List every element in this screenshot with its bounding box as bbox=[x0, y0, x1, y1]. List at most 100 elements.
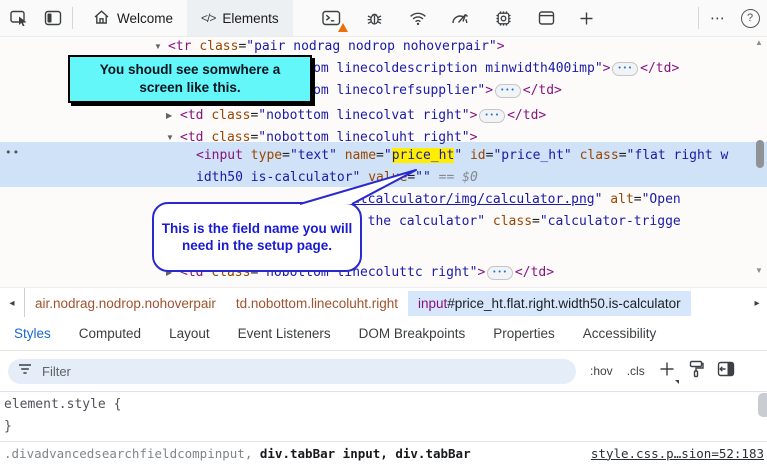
code-token: > bbox=[470, 130, 478, 145]
code-token: "nobottom linecoluht right" bbox=[258, 130, 469, 145]
code-token: "pair nodrag nodrop nohoverpair" bbox=[246, 39, 496, 54]
console-button[interactable] bbox=[319, 5, 345, 31]
plus-icon bbox=[579, 11, 594, 26]
panel-tab-dom-breakpoints[interactable]: DOM Breakpoints bbox=[359, 326, 466, 341]
code-token: "calculator-trigge bbox=[540, 214, 681, 229]
device-emulation-icon bbox=[44, 10, 62, 26]
memory-button[interactable] bbox=[491, 5, 517, 31]
code-token: class bbox=[211, 130, 250, 145]
breadcrumb-item[interactable]: input#price_ht.flat.right.width50.is-cal… bbox=[408, 291, 691, 316]
code-token: > bbox=[603, 61, 611, 76]
debugger-button[interactable] bbox=[362, 5, 388, 31]
inline-style-rule[interactable]: element.style { bbox=[4, 397, 121, 412]
device-emulation-button[interactable] bbox=[40, 5, 66, 31]
code-token: <td bbox=[180, 108, 211, 123]
breadcrumb-forward-button[interactable]: ▸ bbox=[747, 288, 767, 318]
style-filter-field[interactable] bbox=[8, 359, 576, 384]
add-panel-button[interactable] bbox=[574, 5, 600, 31]
breadcrumb-item[interactable]: td.nobottom.linecoluht.right bbox=[226, 291, 408, 316]
code-token: </td> bbox=[507, 108, 546, 123]
dock-sidebar-button[interactable] bbox=[717, 361, 735, 382]
code-token: alt bbox=[610, 192, 633, 207]
breadcrumb-list: air.nodrag.nodrop.nohoverpairtd.nobottom… bbox=[25, 288, 691, 318]
code-token: "Open bbox=[642, 192, 681, 207]
bug-icon bbox=[366, 10, 383, 27]
scrollbar-up-arrow[interactable]: ▲ bbox=[752, 38, 766, 47]
inline-expand-ellipsis[interactable]: ••• bbox=[487, 266, 513, 280]
help-button[interactable]: ? bbox=[737, 5, 763, 31]
new-style-rule-button[interactable] bbox=[659, 361, 675, 382]
panel-tab-styles[interactable]: Styles bbox=[14, 326, 51, 341]
code-brackets-icon: </> bbox=[201, 11, 215, 25]
tree-expand-arrow[interactable]: ▶ bbox=[166, 111, 172, 120]
code-token: == bbox=[431, 170, 462, 185]
code-token: "text" bbox=[290, 148, 337, 163]
memory-chip-icon bbox=[495, 10, 512, 27]
code-token: = bbox=[532, 214, 540, 229]
panel-tab-computed[interactable]: Computed bbox=[79, 326, 141, 341]
code-token bbox=[337, 148, 345, 163]
node-gutter-dots: •• bbox=[5, 146, 20, 159]
scrollbar-thumb[interactable] bbox=[756, 140, 764, 168]
breadcrumb-back-button[interactable]: ◂ bbox=[0, 288, 25, 318]
rules-scrollbar-thumb[interactable] bbox=[758, 393, 767, 417]
panel-tab-properties[interactable]: Properties bbox=[493, 326, 555, 341]
style-filter-input[interactable] bbox=[40, 363, 544, 380]
code-token: n the calculator" bbox=[352, 214, 485, 229]
code-token: class bbox=[211, 108, 250, 123]
tab-welcome[interactable]: Welcome bbox=[79, 0, 187, 36]
code-token bbox=[462, 148, 470, 163]
rendering-emulation-button[interactable] bbox=[688, 360, 704, 383]
inline-expand-ellipsis[interactable]: ••• bbox=[612, 62, 638, 76]
code-line[interactable]: <td class="nobottom linecolvat right">••… bbox=[180, 107, 546, 125]
toggle-element-state-button[interactable]: :hov bbox=[590, 364, 613, 378]
inline-expand-ellipsis[interactable]: ••• bbox=[479, 109, 505, 123]
wifi-icon bbox=[409, 11, 427, 26]
dock-sidebar-icon bbox=[717, 361, 735, 382]
styles-panel-tabs: Styles Computed Layout Event Listeners DOM B… bbox=[0, 317, 767, 351]
code-line[interactable]: <tr class="pair nodrag nodrop nohoverpai… bbox=[168, 38, 505, 56]
inline-expand-ellipsis[interactable]: ••• bbox=[495, 84, 521, 98]
tree-expand-arrow[interactable]: ▼ bbox=[154, 42, 162, 51]
panel-tab-event-listeners[interactable]: Event Listeners bbox=[238, 326, 331, 341]
tab-elements-label: Elements bbox=[222, 11, 278, 26]
paint-roller-icon bbox=[688, 360, 704, 383]
toggle-element-classes-button[interactable]: .cls bbox=[627, 364, 645, 378]
more-options-button[interactable]: ⋯ bbox=[705, 5, 731, 31]
breadcrumb-segment: #price_ht.flat.right.width50.is-calculat… bbox=[447, 296, 680, 311]
panel-tab-accessibility[interactable]: Accessibility bbox=[583, 326, 657, 341]
breadcrumb: ◂ air.nodrag.nodrop.nohoverpairtd.nobott… bbox=[0, 287, 767, 318]
scrollbar-down-arrow[interactable]: ▼ bbox=[752, 266, 766, 275]
annotation-1-line-1: You shoudl see somwhere a bbox=[100, 61, 281, 79]
tab-welcome-label: Welcome bbox=[117, 11, 173, 26]
stylesheet-source-link[interactable]: style.css.p…sion=52:183 bbox=[591, 446, 764, 461]
annotation-callout-1: You shoudl see somwhere a screen like th… bbox=[68, 55, 312, 103]
performance-button[interactable] bbox=[448, 5, 474, 31]
rule-selector-matched[interactable]: div.tabBar input, div.tabBar bbox=[252, 446, 470, 461]
filter-icon bbox=[18, 362, 32, 380]
code-token: "flat right w bbox=[627, 148, 729, 163]
code-token: > bbox=[470, 108, 478, 123]
code-line[interactable]: <input type="text" name="price_ht" id="p… bbox=[196, 147, 728, 165]
inspect-element-button[interactable] bbox=[6, 5, 32, 31]
code-line[interactable]: n the calculator" class="calculator-trig… bbox=[352, 213, 681, 231]
more-dots-icon: ⋯ bbox=[710, 9, 726, 27]
code-token: = bbox=[282, 148, 290, 163]
code-token: class bbox=[493, 214, 532, 229]
breadcrumb-item[interactable]: air.nodrag.nodrop.nohoverpair bbox=[25, 291, 226, 316]
rule-selector-unmatched[interactable]: .divadvancedsearchfieldcompinput, bbox=[4, 446, 252, 461]
network-button[interactable] bbox=[405, 5, 431, 31]
style-rules-pane[interactable]: element.style { } bbox=[0, 391, 767, 441]
panel-tab-layout[interactable]: Layout bbox=[169, 326, 210, 341]
inline-style-rule-close: } bbox=[4, 419, 12, 434]
code-token: > bbox=[497, 39, 505, 54]
code-token: > bbox=[477, 265, 485, 280]
application-button[interactable] bbox=[534, 5, 560, 31]
code-line[interactable]: <td class="nobottom linecoluht right"> bbox=[180, 129, 477, 147]
code-token: "nobottom linecolvat right" bbox=[258, 108, 469, 123]
tree-expand-arrow[interactable]: ▼ bbox=[166, 133, 174, 142]
code-token bbox=[572, 148, 580, 163]
code-token: price_ht bbox=[392, 148, 455, 163]
code-token: <tr bbox=[168, 39, 199, 54]
tab-elements[interactable]: </> Elements bbox=[187, 0, 293, 36]
